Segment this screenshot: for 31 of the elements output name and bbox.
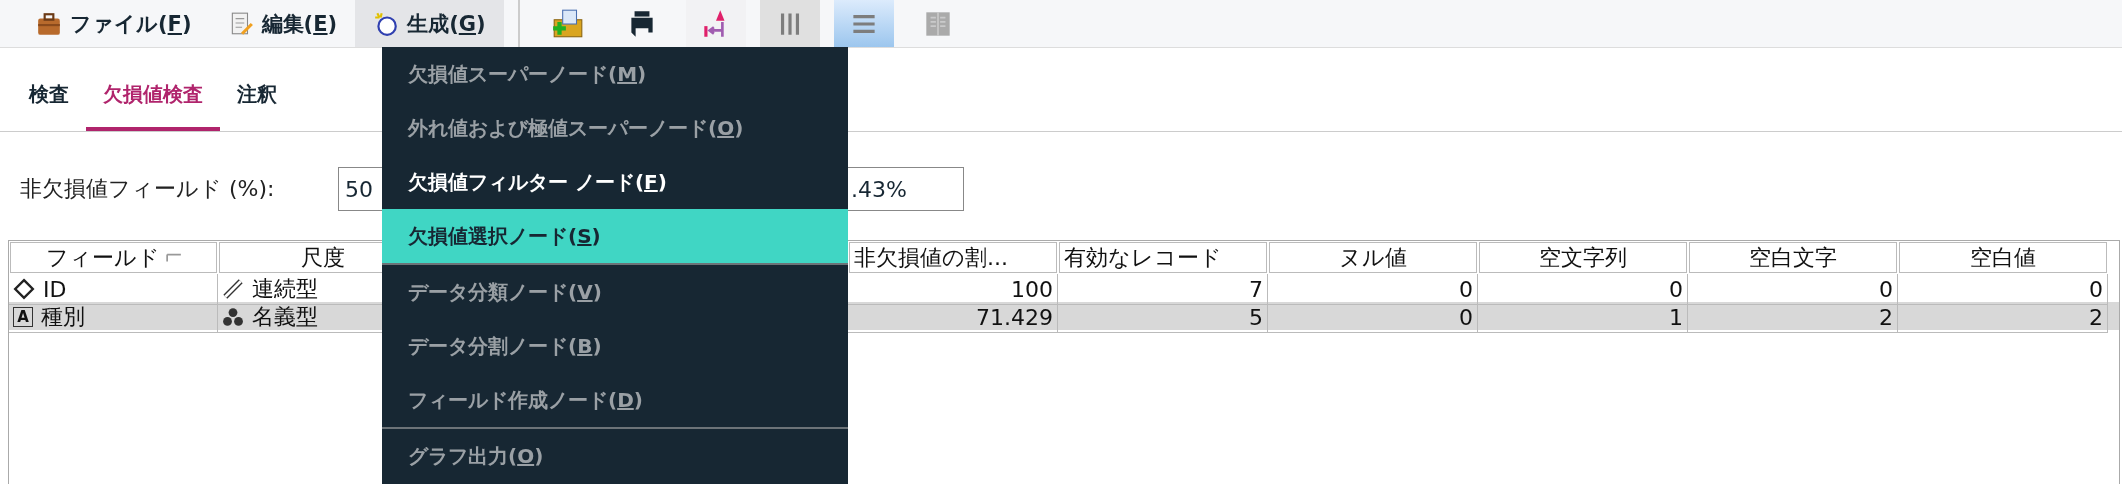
column-header[interactable]: 空白文字	[1689, 242, 1897, 273]
tab[interactable]: 注釈	[220, 48, 294, 131]
table-cell: 2	[1898, 302, 2108, 333]
sort-icon	[165, 252, 182, 263]
table-cell: 5	[1058, 302, 1268, 333]
menu-bar-item[interactable]: 編集(E)	[209, 0, 356, 47]
table-cell: 1	[1478, 302, 1688, 333]
column-header[interactable]: 空白値	[1899, 242, 2107, 273]
dots-icon	[222, 306, 244, 328]
table-cell: 2	[1688, 302, 1898, 333]
field-name: 種別	[41, 303, 85, 331]
menu-item[interactable]: 欠損値フィルター ノード(F)	[382, 155, 848, 209]
measure-label: 連続型	[252, 275, 318, 303]
type-icon: A	[13, 307, 33, 327]
ruler-icon	[222, 278, 244, 300]
tab[interactable]: 検査	[12, 48, 86, 131]
column-header[interactable]: 非欠損値の割...	[849, 242, 1057, 273]
briefcase-icon	[36, 10, 62, 37]
diamond-icon	[13, 278, 35, 300]
field-name: ID	[43, 276, 67, 302]
menu-bar-item[interactable]: 生成(G)	[355, 0, 504, 47]
column-header[interactable]: フィールド	[10, 242, 217, 273]
column-header[interactable]: 有効なレコード	[1059, 242, 1267, 273]
menu-bar-item[interactable]: ファイル(F)	[18, 0, 210, 47]
measure-label: 名義型	[252, 303, 318, 331]
column-header[interactable]: 空文字列	[1479, 242, 1687, 273]
column-header[interactable]: ヌル値	[1269, 242, 1477, 273]
field-label: 非欠損値フィールド (%):	[20, 175, 276, 203]
tab[interactable]: 欠損値検査	[86, 48, 220, 131]
menu-item[interactable]: 欠損値選択ノード(S)	[382, 209, 848, 263]
table-cell: 0	[1268, 302, 1478, 333]
